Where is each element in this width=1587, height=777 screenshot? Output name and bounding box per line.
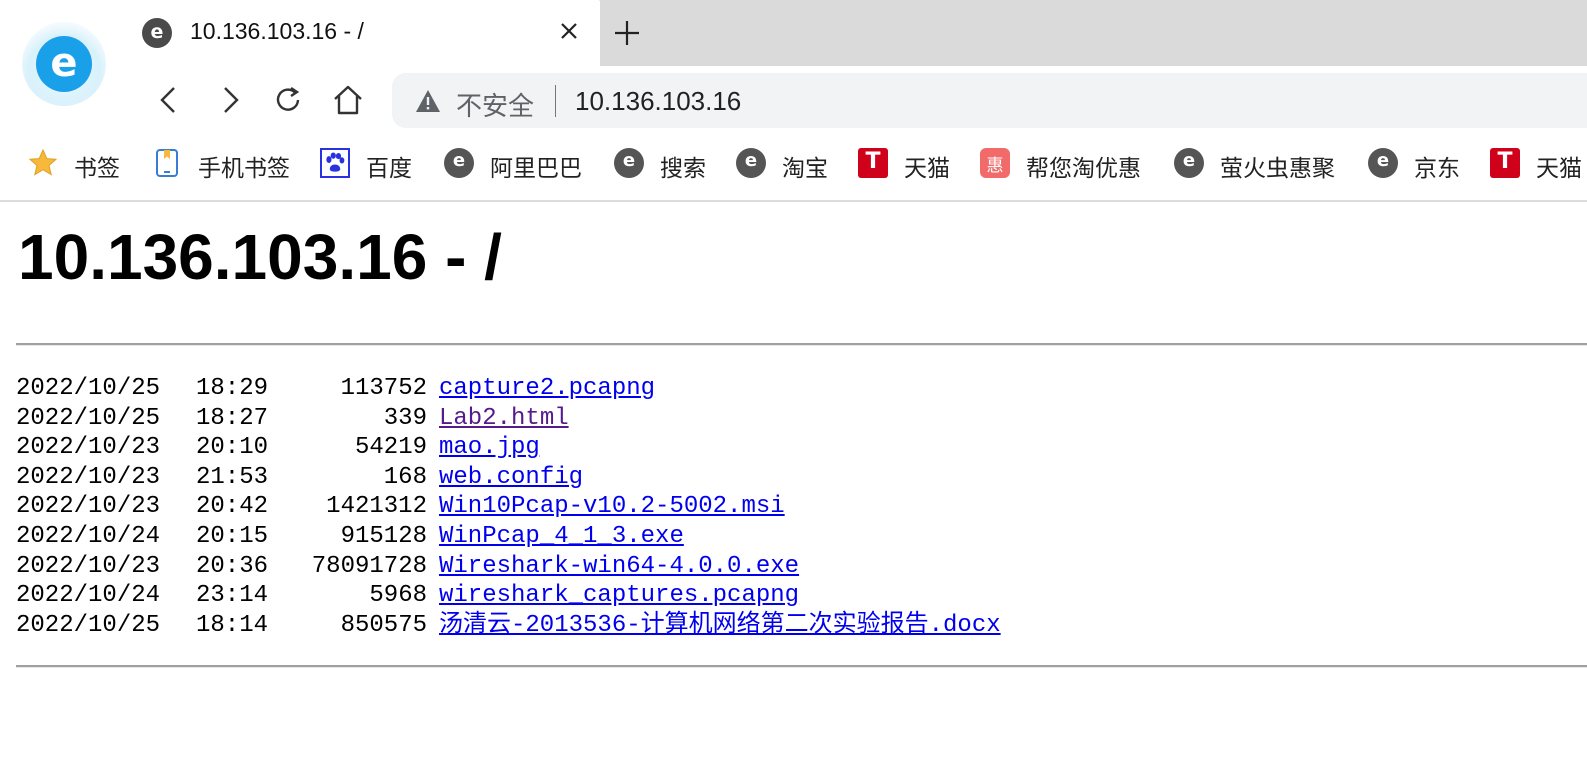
- file-size: 850575: [340, 611, 427, 639]
- browser-e-icon: e: [614, 148, 644, 178]
- home-icon[interactable]: [330, 82, 366, 118]
- file-size: 54219: [354, 434, 427, 462]
- tmall-t-icon: T: [858, 148, 888, 178]
- file-date: 2022/10/24: [16, 582, 161, 610]
- browser-logo-area: e: [0, 0, 132, 130]
- file-link[interactable]: Win10Pcap-v10.2-5002.msi: [439, 492, 785, 522]
- file-size: 113752: [340, 375, 427, 402]
- warning-icon[interactable]: [414, 87, 442, 115]
- url-text[interactable]: 10.136.103.16: [575, 86, 741, 117]
- file-date: 2022/10/23: [16, 463, 161, 491]
- file-size: 168: [383, 463, 427, 491]
- file-size: 1421312: [326, 493, 427, 521]
- file-link[interactable]: web.config: [439, 463, 583, 493]
- page-content: 10.136.103.16 - / 2022/10/25 18:29 113752 c…: [0, 202, 1587, 777]
- file-date: 2022/10/24: [16, 522, 161, 550]
- file-link[interactable]: mao.jpg: [439, 433, 540, 463]
- new-tab-icon[interactable]: [610, 16, 644, 50]
- tmall-t-icon: T: [1490, 148, 1520, 178]
- toolbar: 不安全 10.136.103.16: [132, 66, 1587, 132]
- baidu-paw-icon: [320, 148, 350, 178]
- file-size: 78091728: [311, 552, 427, 580]
- tab-title: 10.136.103.16 - /: [190, 18, 364, 44]
- tab-active[interactable]: e 10.136.103.16 - /: [128, 0, 600, 66]
- forward-icon[interactable]: [212, 82, 248, 118]
- address-bar[interactable]: 不安全 10.136.103.16: [392, 73, 1587, 128]
- file-date: 2022/10/25: [16, 404, 161, 432]
- browser-e-icon: e: [736, 148, 766, 178]
- security-label[interactable]: 不安全: [456, 86, 534, 123]
- star-icon: [28, 148, 58, 176]
- file-size: 915128: [340, 522, 427, 550]
- file-link[interactable]: Wireshark-win64-4.0.0.exe: [439, 552, 799, 582]
- divider-bottom: [16, 665, 1587, 668]
- tab-close-icon[interactable]: [554, 16, 584, 46]
- file-link[interactable]: capture2.pcapng: [439, 374, 655, 404]
- back-icon[interactable]: [152, 82, 188, 118]
- browser-logo-icon[interactable]: e: [22, 22, 106, 106]
- browser-e-icon: e: [444, 148, 474, 178]
- bookmarks-bar: 书签 手机书签 百度 e 阿里巴巴 e 搜索 e 淘宝 T 天猫 惠 帮您淘优惠…: [0, 132, 1587, 202]
- mobile-bookmark-icon: [156, 149, 178, 177]
- browser-e-icon: e: [1174, 148, 1204, 178]
- divider-top: [16, 343, 1587, 346]
- file-date: 2022/10/23: [16, 552, 161, 580]
- file-date: 2022/10/25: [16, 375, 161, 402]
- hui-icon: 惠: [980, 148, 1010, 178]
- file-size: 339: [383, 404, 427, 432]
- file-date: 2022/10/23: [16, 493, 161, 521]
- file-link[interactable]: wireshark_captures.pcapng: [439, 581, 799, 611]
- address-separator: [555, 85, 556, 117]
- file-link[interactable]: 汤清云-2013536-计算机网络第二次实验报告.docx: [439, 611, 1001, 641]
- file-link[interactable]: WinPcap_4_1_3.exe: [439, 522, 684, 552]
- file-date: 2022/10/25: [16, 611, 161, 639]
- reload-icon[interactable]: [270, 82, 306, 118]
- file-date: 2022/10/23: [16, 434, 161, 462]
- page-title: 10.136.103.16 - /: [18, 221, 502, 293]
- browser-e-icon: e: [1368, 148, 1398, 178]
- tab-favicon-icon: e: [142, 18, 172, 48]
- file-link[interactable]: Lab2.html: [439, 404, 569, 434]
- file-size: 5968: [369, 582, 427, 610]
